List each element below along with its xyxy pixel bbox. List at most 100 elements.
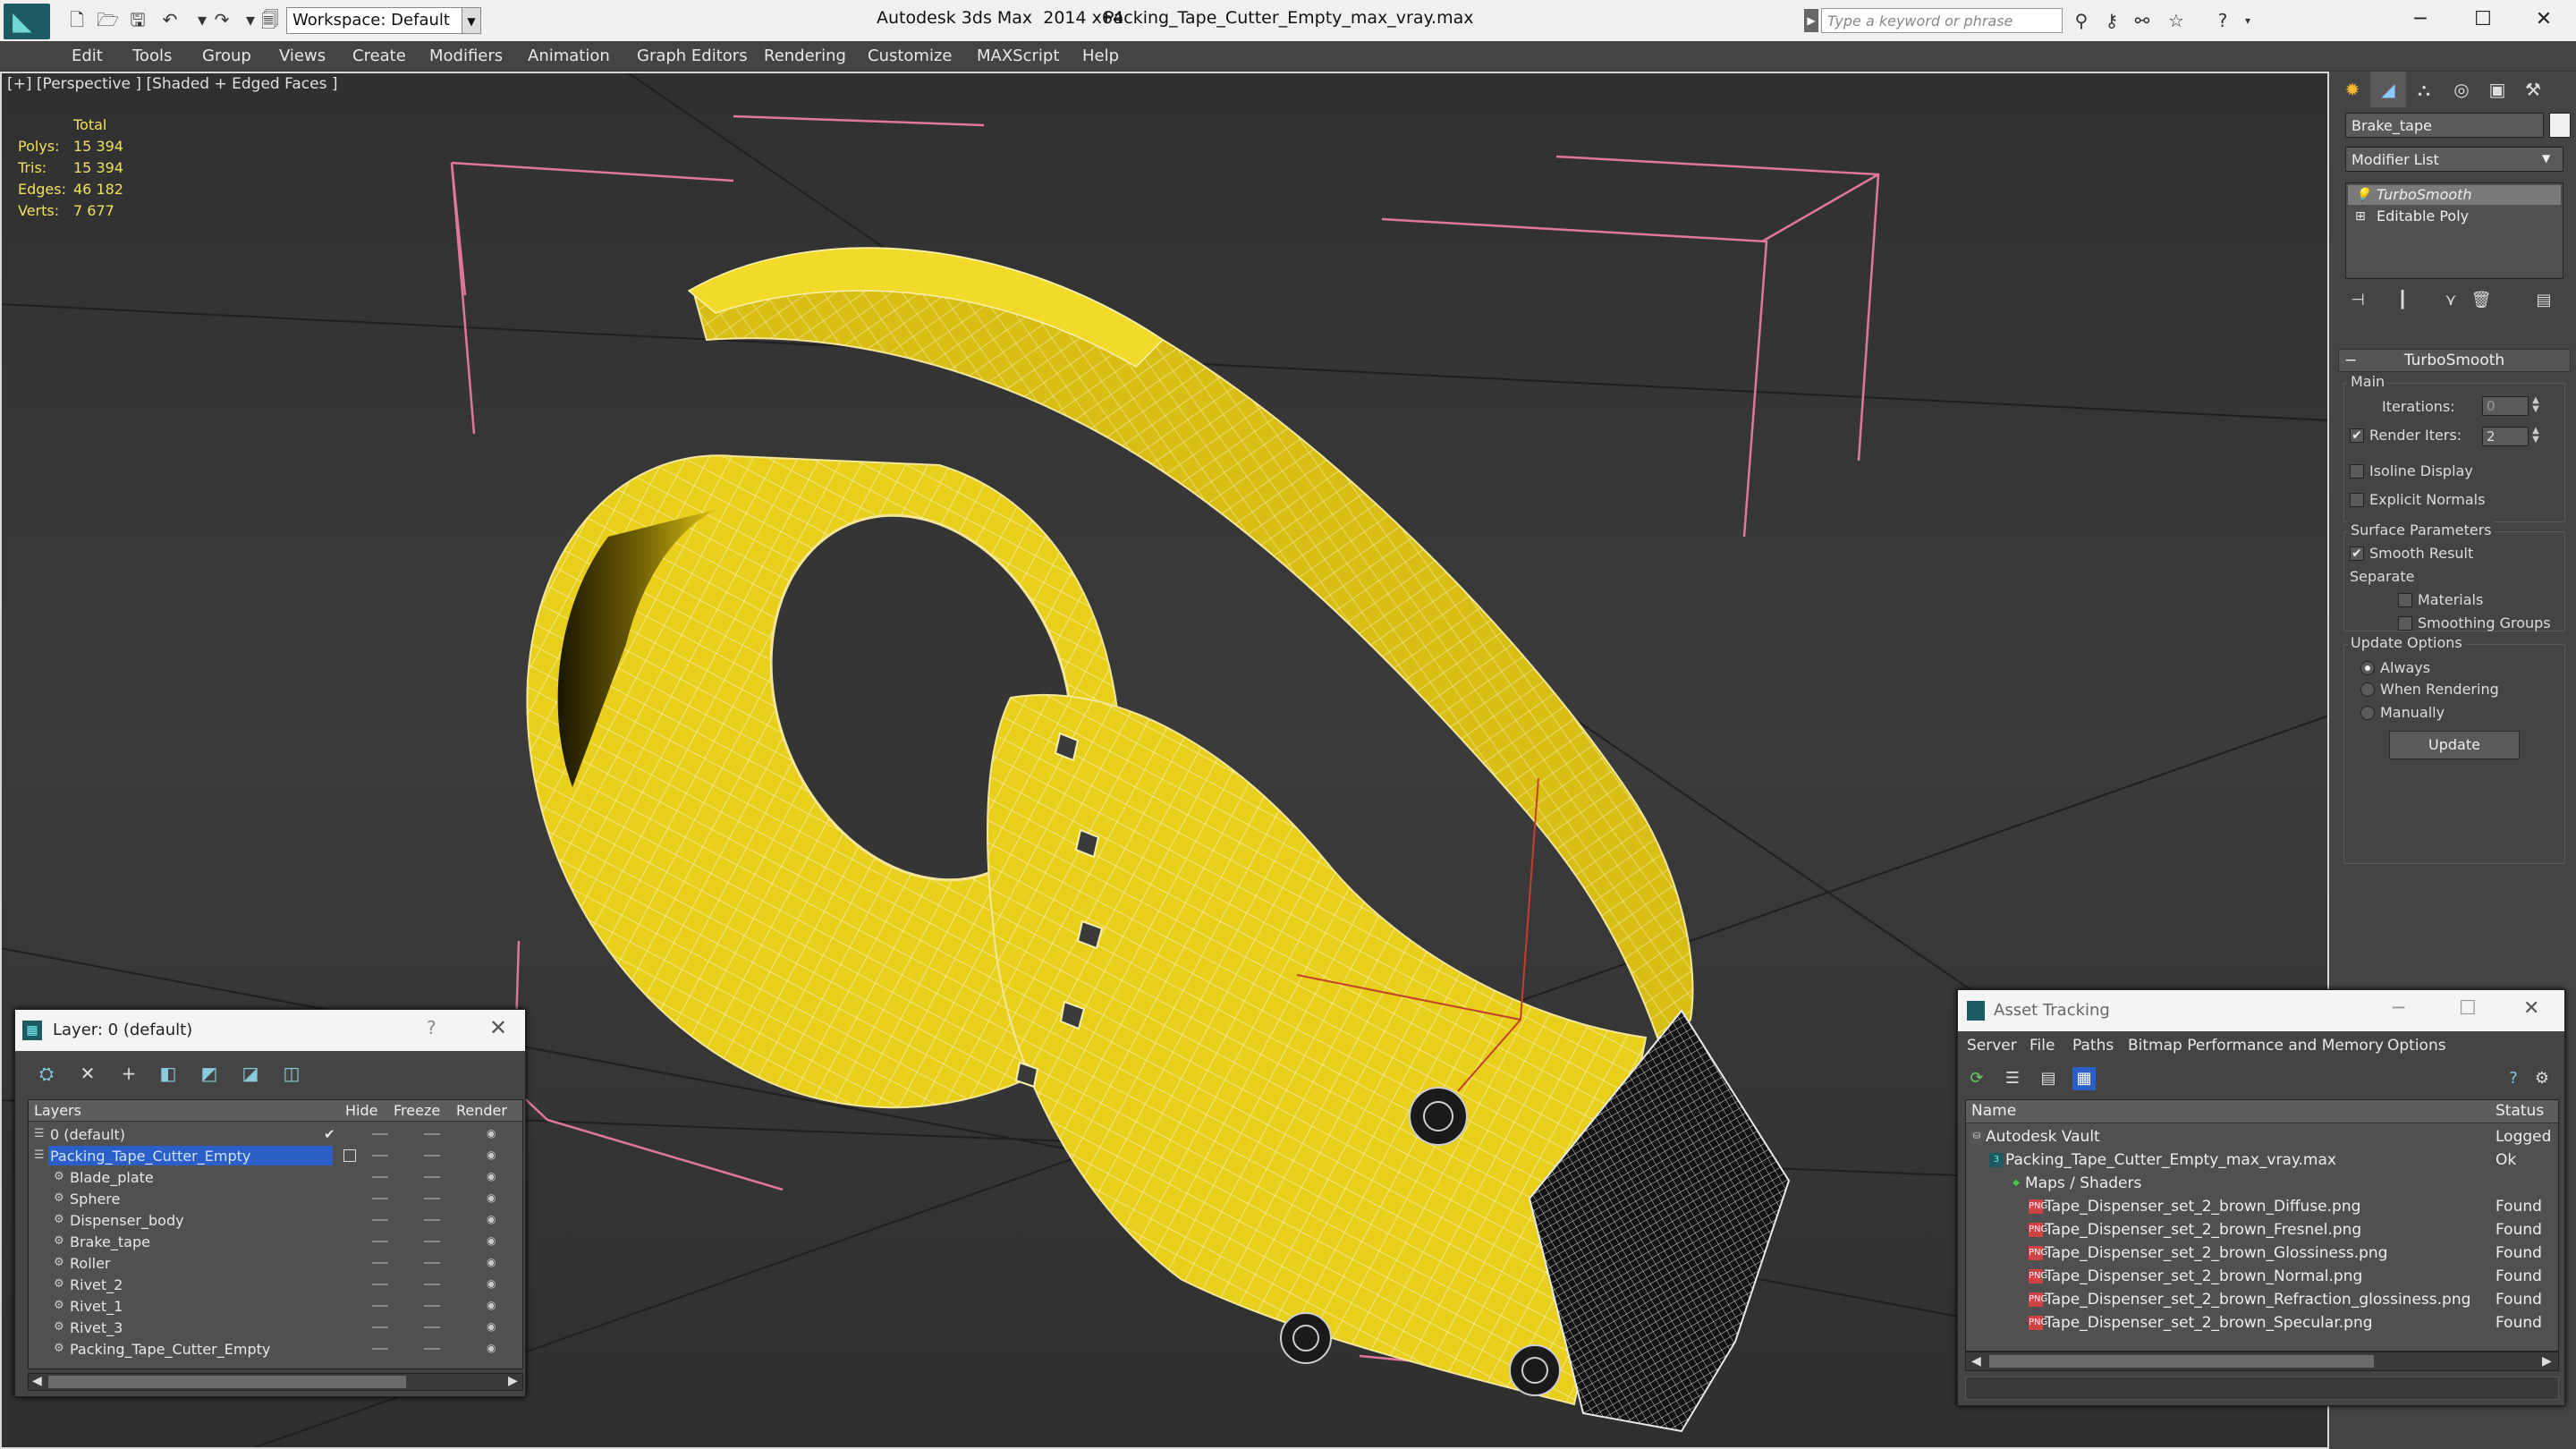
layer-list[interactable]: Layers Hide Freeze Render ☰ 0 (default) ✔ ◉… (28, 1099, 523, 1369)
table-view-icon[interactable]: ▦ (2072, 1067, 2096, 1090)
scroll-right-icon[interactable]: ▶ (508, 1374, 518, 1388)
menu-help[interactable]: Help (1082, 47, 1119, 65)
asset-row[interactable]: PNG Tape_Dispenser_set_2_brown_Fresnel.pn… (1966, 1218, 2558, 1241)
layer-name[interactable]: Rivet_3 (68, 1318, 124, 1337)
freeze-toggle[interactable] (424, 1155, 440, 1157)
modifier-stack[interactable]: 💡 TurboSmooth ⊞ Editable Poly (2345, 182, 2563, 279)
expand-plus-icon[interactable]: ⊞ (2355, 207, 2366, 226)
menu-graph-editors[interactable]: Graph Editors (637, 47, 748, 65)
help-icon[interactable]: ? (2211, 9, 2234, 32)
render-teapot-icon[interactable]: ◉ (487, 1320, 501, 1333)
asset-path-field[interactable] (1965, 1377, 2559, 1400)
set-current-layer-icon[interactable] (343, 1149, 356, 1162)
asset-row[interactable]: ◆ Maps / Shaders (1966, 1172, 2558, 1195)
materials-checkbox[interactable] (2398, 593, 2412, 607)
layer-row[interactable]: ⚙ Sphere ◉ (29, 1188, 522, 1209)
spinner-arrows-icon[interactable]: ▲ ▼ (2529, 427, 2543, 446)
undo-icon[interactable]: ↶ (159, 9, 181, 30)
asset-row[interactable]: PNG Tape_Dispenser_set_2_brown_Normal.png… (1966, 1265, 2558, 1288)
layer-window-titlebar[interactable]: ▦ Layer: 0 (default) ? ✕ (15, 1010, 525, 1051)
hide-all-layers-icon[interactable]: ◪ (237, 1060, 264, 1087)
render-teapot-icon[interactable]: ◉ (487, 1213, 501, 1225)
smoothing-groups-checkbox[interactable] (2398, 616, 2412, 631)
scrollbar-thumb[interactable] (1989, 1355, 2374, 1368)
layer-row[interactable]: ⚙ Brake_tape ◉ (29, 1231, 522, 1252)
layer-row[interactable]: ⚙ Roller ◉ (29, 1252, 522, 1274)
stack-item-editable-poly[interactable]: ⊞ Editable Poly (2348, 207, 2561, 226)
close-icon[interactable]: ✕ (2517, 2, 2571, 38)
list-view-icon[interactable]: ☰ (2001, 1067, 2024, 1090)
help-icon[interactable]: ? (2502, 1067, 2525, 1090)
help-icon[interactable]: ? (427, 1017, 436, 1038)
chevron-down-icon[interactable]: ▼ (2542, 152, 2550, 165)
hide-toggle[interactable] (372, 1262, 388, 1264)
spinner-arrows-icon[interactable]: ▲ ▼ (2529, 396, 2543, 416)
pin-stack-icon[interactable]: ⊣ (2345, 288, 2370, 313)
menu-create[interactable]: Create (352, 47, 406, 65)
favorites-star-icon[interactable]: ☆ (2165, 9, 2188, 32)
close-icon[interactable]: ✕ (2523, 997, 2539, 1020)
layer-row[interactable]: ⚙ Rivet_2 ◉ (29, 1274, 522, 1295)
maximize-icon[interactable]: ☐ (2456, 2, 2510, 38)
freeze-toggle[interactable] (424, 1305, 440, 1307)
iterations-spinner[interactable]: 0 (2482, 396, 2529, 416)
show-end-result-icon[interactable]: ┃ (2390, 288, 2415, 313)
settings-icon[interactable]: ⚙ (2530, 1067, 2554, 1090)
freeze-toggle[interactable] (424, 1198, 440, 1199)
communication-center-icon[interactable]: ⚯ (2131, 9, 2154, 32)
layer-name[interactable]: Brake_tape (68, 1232, 152, 1251)
hide-toggle[interactable] (372, 1198, 388, 1199)
display-tab-icon[interactable]: ▣ (2479, 72, 2515, 107)
render-teapot-icon[interactable]: ◉ (487, 1256, 501, 1268)
undo-dropdown-icon[interactable]: ▾ (191, 9, 213, 30)
menu-maxscript[interactable]: MAXScript (977, 47, 1059, 65)
active-layer-check-icon[interactable]: ✔ (324, 1123, 335, 1145)
scrollbar-thumb[interactable] (48, 1376, 406, 1388)
select-layer-objects-icon[interactable]: ◧ (155, 1060, 182, 1087)
layer-name[interactable]: 0 (default) (48, 1124, 127, 1144)
menu-customize[interactable]: Customize (868, 47, 952, 65)
hide-toggle[interactable] (372, 1219, 388, 1221)
layer-row[interactable]: ☰ 0 (default) ✔ ◉ (29, 1123, 522, 1145)
object-color-swatch[interactable] (2549, 113, 2571, 138)
minimize-icon[interactable]: ─ (2394, 2, 2447, 38)
hierarchy-tab-icon[interactable]: ⛬ (2406, 72, 2442, 107)
configure-modifier-sets-icon[interactable]: ▤ (2531, 288, 2556, 313)
detail-view-icon[interactable]: ▤ (2037, 1067, 2060, 1090)
search-expand-icon[interactable]: ▶ (1804, 9, 1818, 32)
layer-name[interactable]: Packing_Tape_Cutter_Empty (48, 1146, 333, 1165)
column-header-layers[interactable]: Layers (34, 1102, 81, 1119)
asset-table[interactable]: Name Status ⛁ Autodesk Vault Logged 3 Packin… (1965, 1099, 2559, 1352)
freeze-toggle[interactable] (424, 1176, 440, 1178)
refresh-icon[interactable]: ⟳ (1965, 1067, 1988, 1090)
explicit-normals-checkbox[interactable] (2350, 493, 2364, 507)
open-file-icon[interactable]: 🗁 (97, 9, 119, 30)
close-icon[interactable]: ✕ (489, 1015, 507, 1040)
layer-list-scrollbar[interactable]: ◀ ▶ (28, 1373, 523, 1391)
freeze-toggle[interactable] (424, 1284, 440, 1285)
layer-name[interactable]: Rivet_2 (68, 1275, 124, 1294)
redo-dropdown-icon[interactable]: ▾ (240, 9, 261, 30)
hide-toggle[interactable] (372, 1155, 388, 1157)
smooth-result-checkbox[interactable]: ✔ (2350, 547, 2364, 561)
menu-group[interactable]: Group (202, 47, 251, 65)
application-menu-button[interactable]: ◣ (4, 4, 50, 39)
layer-name[interactable]: Sphere (68, 1189, 122, 1208)
render-teapot-icon[interactable]: ◉ (487, 1234, 501, 1247)
render-teapot-icon[interactable]: ◉ (487, 1148, 501, 1161)
add-layer-icon[interactable]: + (115, 1060, 142, 1087)
freeze-toggle[interactable] (424, 1262, 440, 1264)
render-iters-checkbox[interactable]: ✔ (2350, 428, 2364, 443)
column-header-status[interactable]: Status (2496, 1102, 2544, 1120)
hide-toggle[interactable] (372, 1305, 388, 1307)
minimize-icon[interactable]: ─ (2393, 997, 2404, 1020)
layer-row[interactable]: ⚙ Rivet_1 ◉ (29, 1295, 522, 1317)
hide-toggle[interactable] (372, 1348, 388, 1350)
column-header-freeze[interactable]: Freeze (394, 1102, 440, 1119)
remove-modifier-icon[interactable]: 🗑 (2469, 288, 2494, 313)
modifier-list-dropdown[interactable]: Modifier List (2345, 147, 2563, 172)
workspace-dropdown[interactable]: Workspace: Default (286, 7, 481, 34)
render-teapot-icon[interactable]: ◉ (487, 1342, 501, 1354)
manually-radio[interactable] (2360, 706, 2375, 720)
layer-row[interactable]: ⚙ Packing_Tape_Cutter_Empty ◉ (29, 1338, 522, 1360)
